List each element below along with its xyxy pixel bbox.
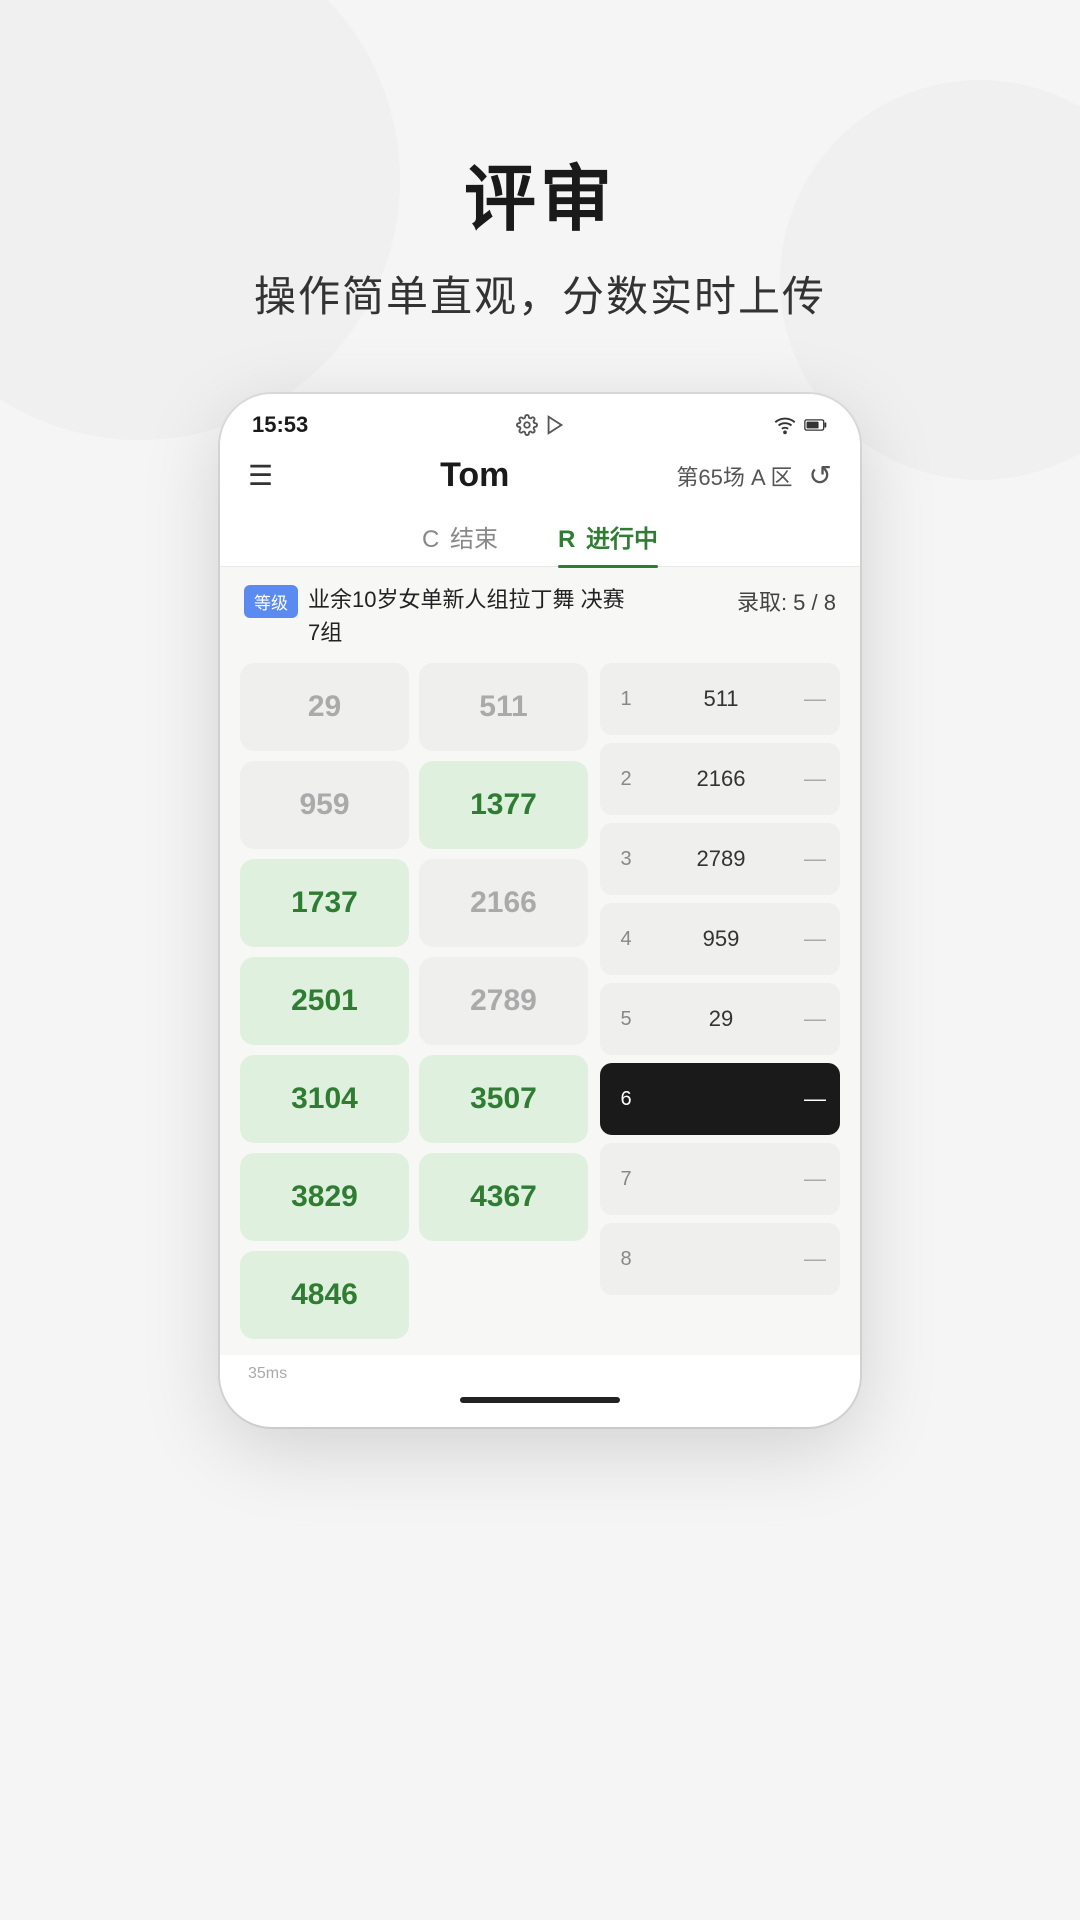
refresh-icon[interactable]: ↺	[809, 459, 832, 492]
list-item[interactable]: 3507	[419, 1055, 588, 1143]
home-indicator	[460, 1397, 620, 1403]
category-name: 业余10岁女单新人组拉丁舞 决赛7组	[308, 583, 737, 649]
rank-number: 4	[614, 928, 638, 951]
rank-row-8[interactable]: 8 —	[600, 1223, 840, 1295]
rank-row-3[interactable]: 3 2789 —	[600, 823, 840, 895]
list-item[interactable]: 2501	[240, 957, 409, 1045]
rank-dash: —	[804, 766, 826, 792]
rank-row-6-active[interactable]: 6 —	[600, 1063, 840, 1135]
tab-bar: C 结束 R 进行中	[220, 507, 860, 567]
status-bar: 15:53	[220, 394, 860, 448]
numbers-section: 29 511 959 1377 1737 2166 2501 2789 3104…	[240, 663, 840, 1339]
page-subtitle: 操作简单直观，分数实时上传	[254, 263, 826, 324]
wifi-icon	[774, 414, 796, 436]
battery-icon	[804, 414, 828, 436]
left-numbers-grid: 29 511 959 1377 1737 2166 2501 2789 3104…	[240, 663, 588, 1339]
tab-ended[interactable]: C 结束	[422, 519, 498, 566]
app-bar-title: Tom	[440, 456, 509, 495]
page-title: 评审	[254, 140, 826, 245]
list-item[interactable]: 511	[419, 663, 588, 751]
page-header: 评审 操作简单直观，分数实时上传	[254, 140, 826, 324]
bottom-bar: 35ms	[220, 1355, 860, 1389]
rank-bib: 959	[648, 926, 794, 952]
rank-number: 2	[614, 768, 638, 791]
rank-dash: —	[804, 1086, 826, 1112]
list-item[interactable]: 1737	[240, 859, 409, 947]
rank-dash: —	[804, 926, 826, 952]
rank-dash: —	[804, 1006, 826, 1032]
rank-row-4[interactable]: 4 959 —	[600, 903, 840, 975]
rank-bib: 29	[648, 1006, 794, 1032]
rank-dash: —	[804, 1246, 826, 1272]
rank-dash: —	[804, 846, 826, 872]
tab-c-prefix: C	[422, 526, 439, 553]
rank-number: 7	[614, 1168, 638, 1191]
list-item[interactable]: 2166	[419, 859, 588, 947]
status-icons-right	[774, 414, 828, 436]
rank-bib: 2166	[648, 766, 794, 792]
right-ranking: 1 511 — 2 2166 — 3 2789 — 4 959 —	[600, 663, 840, 1339]
session-info: 第65场 A 区	[676, 460, 792, 492]
app-bar: ☰ Tom 第65场 A 区 ↺	[220, 448, 860, 507]
tab-ongoing[interactable]: R 进行中	[558, 519, 658, 566]
list-item[interactable]: 29	[240, 663, 409, 751]
rank-number: 5	[614, 1008, 638, 1031]
rank-number: 3	[614, 848, 638, 871]
tab-ongoing-label: 进行中	[586, 526, 658, 553]
status-time: 15:53	[252, 412, 308, 438]
rank-number: 1	[614, 688, 638, 711]
tab-ended-label: 结束	[450, 526, 498, 553]
list-item[interactable]: 3104	[240, 1055, 409, 1143]
status-icons-mid	[516, 414, 566, 436]
category-left: 等级 业余10岁女单新人组拉丁舞 决赛7组	[244, 583, 737, 649]
rank-bib: 2789	[648, 846, 794, 872]
list-item[interactable]: 2789	[419, 957, 588, 1045]
rank-bib: 511	[648, 686, 794, 712]
play-icon	[544, 414, 566, 436]
rank-dash: —	[804, 1166, 826, 1192]
rank-number: 8	[614, 1248, 638, 1271]
rank-row-7[interactable]: 7 —	[600, 1143, 840, 1215]
main-content: 等级 业余10岁女单新人组拉丁舞 决赛7组 录取: 5 / 8 29 511 9…	[220, 567, 860, 1355]
list-item[interactable]: 4846	[240, 1251, 409, 1339]
rank-dash: —	[804, 686, 826, 712]
phone-mockup: 15:53	[220, 394, 860, 1427]
admission-info: 录取: 5 / 8	[737, 585, 836, 617]
list-item[interactable]: 1377	[419, 761, 588, 849]
gear-icon	[516, 414, 538, 436]
grade-badge: 等级	[244, 585, 298, 618]
menu-icon[interactable]: ☰	[248, 459, 273, 492]
app-bar-info: 第65场 A 区 ↺	[676, 459, 832, 492]
rank-row-5[interactable]: 5 29 —	[600, 983, 840, 1055]
list-item[interactable]: 3829	[240, 1153, 409, 1241]
tab-r-prefix: R	[558, 526, 575, 553]
rank-number: 6	[614, 1088, 638, 1111]
list-item[interactable]: 4367	[419, 1153, 588, 1241]
list-item[interactable]: 959	[240, 761, 409, 849]
rank-row-1[interactable]: 1 511 —	[600, 663, 840, 735]
latency-label: 35ms	[248, 1365, 287, 1383]
category-row: 等级 业余10岁女单新人组拉丁舞 决赛7组 录取: 5 / 8	[240, 583, 840, 649]
rank-row-2[interactable]: 2 2166 —	[600, 743, 840, 815]
